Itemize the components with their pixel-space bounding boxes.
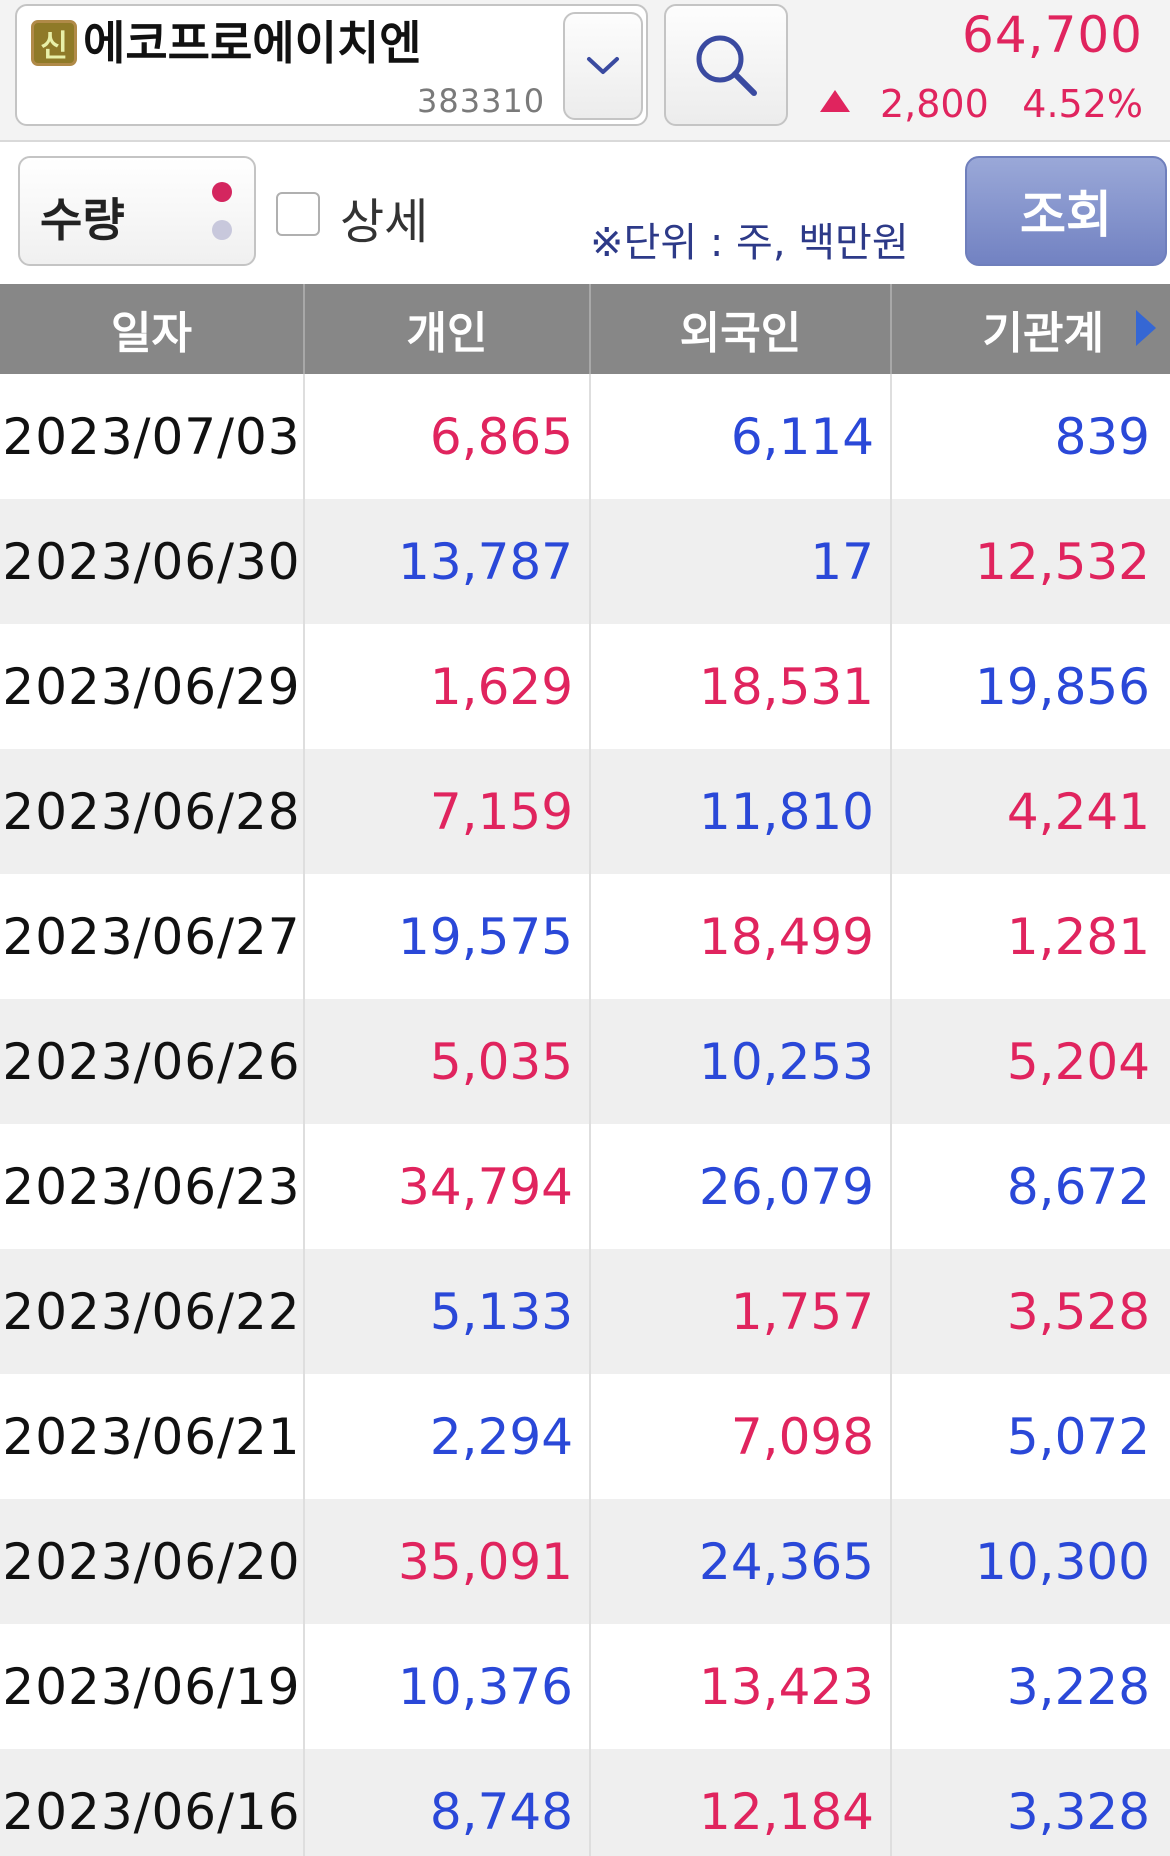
foreign-cell: 1,757 (591, 1249, 892, 1374)
individual-cell: 7,159 (305, 749, 591, 874)
table-row[interactable]: 2023/06/28 7,159 11,810 4,241 (0, 749, 1170, 874)
institution-cell: 3,228 (1006, 1657, 1150, 1716)
date-cell: 2023/06/27 (0, 874, 305, 999)
options-bar: 수량 상세 ※단위 : 주, 백만원 조회 (0, 144, 1170, 282)
table-row[interactable]: 2023/06/26 5,035 10,253 5,204 (0, 999, 1170, 1124)
date-cell: 2023/06/23 (0, 1124, 305, 1249)
query-button[interactable]: 조회 (965, 156, 1167, 266)
stock-header: 신 에코프로에이치엔 383310 64,700 2,800 4.52% (0, 0, 1170, 142)
price-change: 2,800 (880, 82, 989, 126)
institution-cell: 3,528 (1006, 1282, 1150, 1341)
column-header-foreign: 외국인 (591, 284, 892, 374)
institution-cell: 8,672 (1006, 1157, 1150, 1216)
foreign-cell: 18,499 (591, 874, 892, 999)
foreign-cell: 6,114 (591, 374, 892, 499)
chevron-down-icon (587, 57, 619, 74)
table-header: 일자 개인 외국인 기관계 (0, 284, 1170, 374)
date-cell: 2023/06/28 (0, 749, 305, 874)
page-indicator-inactive (212, 220, 232, 240)
unit-note: ※단위 : 주, 백만원 (590, 220, 909, 266)
individual-cell: 1,629 (305, 624, 591, 749)
date-cell: 2023/06/30 (0, 499, 305, 624)
triangle-right-icon[interactable] (1136, 310, 1156, 346)
triangle-up-icon (820, 90, 850, 112)
individual-cell: 19,575 (305, 874, 591, 999)
date-cell: 2023/06/21 (0, 1374, 305, 1499)
individual-cell: 5,035 (305, 999, 591, 1124)
foreign-cell: 26,079 (591, 1124, 892, 1249)
quantity-label: 수량 (40, 193, 125, 247)
individual-cell: 13,787 (305, 499, 591, 624)
quantity-amount-toggle[interactable]: 수량 (18, 156, 256, 266)
individual-cell: 10,376 (305, 1624, 591, 1749)
institution-cell: 839 (1054, 407, 1150, 466)
search-icon (696, 35, 757, 96)
stock-selector[interactable]: 신 에코프로에이치엔 383310 (15, 4, 648, 126)
current-price: 64,700 (962, 6, 1143, 64)
table-row[interactable]: 2023/06/30 13,787 17 12,532 (0, 499, 1170, 624)
credit-badge: 신 (31, 20, 77, 66)
foreign-cell: 13,423 (591, 1624, 892, 1749)
foreign-cell: 10,253 (591, 999, 892, 1124)
individual-cell: 34,794 (305, 1124, 591, 1249)
date-cell: 2023/06/19 (0, 1624, 305, 1749)
date-cell: 2023/06/20 (0, 1499, 305, 1624)
search-button[interactable] (664, 4, 788, 126)
table-row[interactable]: 2023/06/29 1,629 18,531 19,856 (0, 624, 1170, 749)
institution-cell: 19,856 (975, 657, 1150, 716)
stock-code: 383310 (417, 82, 546, 120)
individual-cell: 8,748 (305, 1749, 591, 1856)
column-header-institution-label: 기관계 (982, 308, 1104, 359)
change-rate: 4.52% (1022, 82, 1143, 126)
table-row[interactable]: 2023/06/19 10,376 13,423 3,228 (0, 1624, 1170, 1749)
page-indicator-active (212, 182, 232, 202)
foreign-cell: 7,098 (591, 1374, 892, 1499)
table-row[interactable]: 2023/06/20 35,091 24,365 10,300 (0, 1499, 1170, 1624)
institution-cell: 5,204 (1006, 1032, 1150, 1091)
individual-cell: 5,133 (305, 1249, 591, 1374)
foreign-cell: 17 (591, 499, 892, 624)
institution-cell: 1,281 (1006, 907, 1150, 966)
foreign-cell: 12,184 (591, 1749, 892, 1856)
detail-checkbox-label[interactable]: 상세 (340, 182, 428, 252)
foreign-cell: 18,531 (591, 624, 892, 749)
institution-cell: 4,241 (1006, 782, 1150, 841)
table-row[interactable]: 2023/06/22 5,133 1,757 3,528 (0, 1249, 1170, 1374)
date-cell: 2023/06/16 (0, 1749, 305, 1856)
foreign-cell: 24,365 (591, 1499, 892, 1624)
column-header-institution[interactable]: 기관계 (892, 284, 1170, 374)
institution-cell: 3,328 (1006, 1782, 1150, 1841)
individual-cell: 35,091 (305, 1499, 591, 1624)
stock-dropdown-button[interactable] (563, 12, 643, 120)
table-row[interactable]: 2023/06/21 2,294 7,098 5,072 (0, 1374, 1170, 1499)
table-row[interactable]: 2023/06/16 8,748 12,184 3,328 (0, 1749, 1170, 1856)
date-cell: 2023/06/22 (0, 1249, 305, 1374)
institution-cell: 12,532 (975, 532, 1150, 591)
institution-cell: 10,300 (975, 1532, 1150, 1591)
date-cell: 2023/06/26 (0, 999, 305, 1124)
foreign-cell: 11,810 (591, 749, 892, 874)
column-header-date: 일자 (0, 284, 305, 374)
date-cell: 2023/07/03 (0, 374, 305, 499)
detail-checkbox[interactable] (276, 192, 320, 236)
institution-cell: 5,072 (1006, 1407, 1150, 1466)
individual-cell: 2,294 (305, 1374, 591, 1499)
table-row[interactable]: 2023/07/03 6,865 6,114 839 (0, 374, 1170, 499)
column-header-individual: 개인 (305, 284, 591, 374)
table-body[interactable]: 2023/07/03 6,865 6,114 839 2023/06/30 13,787 1… (0, 374, 1170, 1856)
table-row[interactable]: 2023/06/23 34,794 26,079 8,672 (0, 1124, 1170, 1249)
table-row[interactable]: 2023/06/27 19,575 18,499 1,281 (0, 874, 1170, 999)
date-cell: 2023/06/29 (0, 624, 305, 749)
stock-name: 에코프로에이치엔 (83, 16, 422, 70)
individual-cell: 6,865 (305, 374, 591, 499)
